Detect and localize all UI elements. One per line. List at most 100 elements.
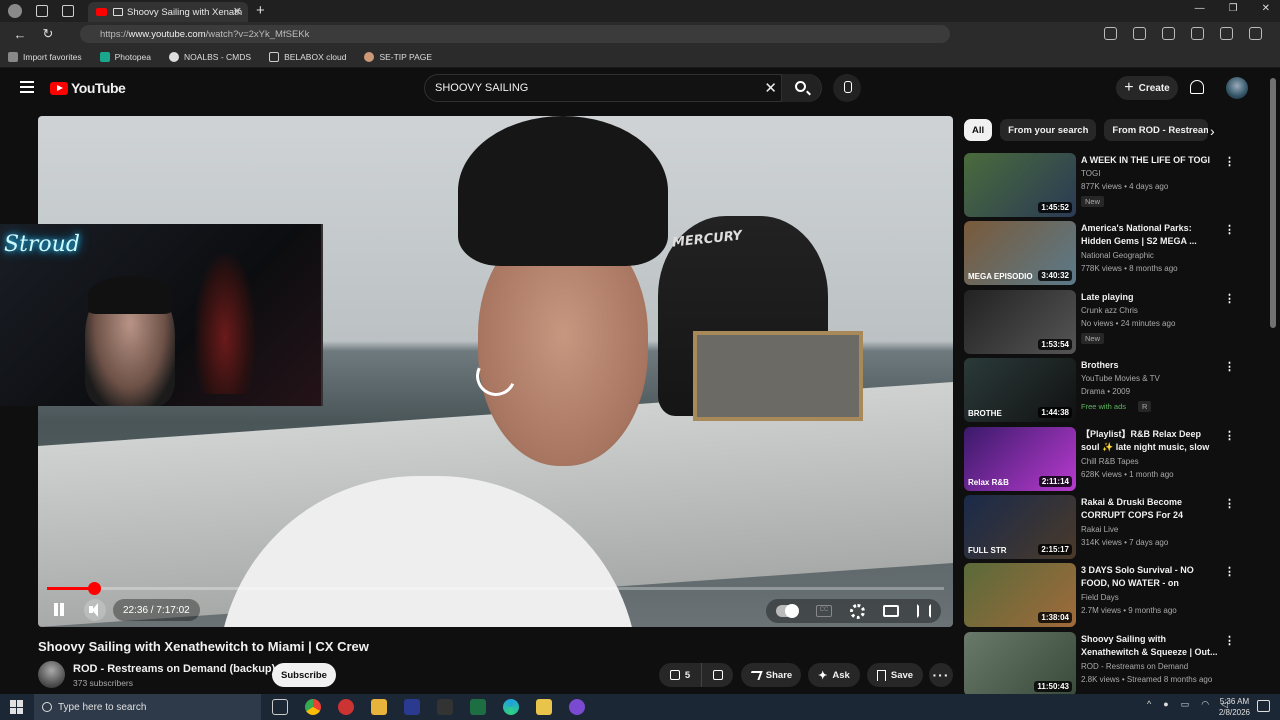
new-tab-button[interactable]: + xyxy=(256,2,265,19)
settings-gear-icon[interactable] xyxy=(850,603,865,619)
close-tab-icon[interactable]: ✕ xyxy=(233,5,242,18)
bookmark-item[interactable]: Photopea xyxy=(99,51,151,62)
refresh-icon[interactable]: ↻ xyxy=(40,26,56,42)
recommendation-item[interactable]: FULL STR 2:15:17 Rakai & Druski Become COR… xyxy=(964,495,1264,561)
close-window-icon[interactable]: ✕ xyxy=(1262,3,1270,14)
chip-from-channel[interactable]: From ROD - Restreams xyxy=(1104,119,1209,141)
recommendation-channel[interactable]: Chill R&B Tapes xyxy=(1081,457,1139,466)
recommendation-title[interactable]: 3 DAYS Solo Survival - NO FOOD, NO WATER… xyxy=(1081,564,1219,591)
recommendation-title[interactable]: 【Playlist】R&B Relax Deep soul ✨ late nig… xyxy=(1081,428,1219,455)
captions-icon[interactable]: CC xyxy=(816,605,832,617)
video-thumbnail[interactable]: 1:53:54 xyxy=(964,290,1076,354)
recommendation-title[interactable]: Late playing xyxy=(1081,291,1219,304)
settings-more-icon[interactable] xyxy=(1249,27,1262,40)
audio-playing-icon[interactable] xyxy=(113,8,123,16)
search-input[interactable]: SHOOVY SAILING ✕ xyxy=(424,74,822,102)
notifications-icon[interactable] xyxy=(1257,700,1270,712)
like-button[interactable]: 5 xyxy=(659,663,701,687)
app-icon[interactable] xyxy=(338,699,354,715)
clear-search-icon[interactable]: ✕ xyxy=(764,79,777,97)
autoplay-toggle[interactable] xyxy=(776,604,799,618)
network-icon[interactable]: ◠ xyxy=(1201,699,1209,710)
recommendation-item[interactable]: 1:38:04 3 DAYS Solo Survival - NO FOOD, N… xyxy=(964,563,1264,629)
video-thumbnail[interactable]: BROTHE 1:44:38 xyxy=(964,358,1076,422)
create-button[interactable]: + Create xyxy=(1116,76,1178,100)
tab-actions-icon[interactable] xyxy=(62,5,74,17)
workspaces-icon[interactable] xyxy=(36,5,48,17)
progress-bar[interactable] xyxy=(47,582,944,595)
recommendation-title[interactable]: A WEEK IN THE LIFE OF TOGI xyxy=(1081,154,1219,167)
more-vertical-icon[interactable]: ⋮ xyxy=(1224,155,1235,168)
maximize-icon[interactable]: ❐ xyxy=(1229,3,1238,14)
task-view-icon[interactable] xyxy=(272,699,288,715)
bookmark-item[interactable]: SE-TIP PAGE xyxy=(364,51,432,62)
chevron-right-icon[interactable]: › xyxy=(1210,123,1215,139)
subscribe-button[interactable]: Subscribe xyxy=(272,663,336,687)
search-button[interactable] xyxy=(781,74,821,102)
volume-icon[interactable] xyxy=(84,599,106,621)
more-vertical-icon[interactable]: ⋮ xyxy=(1224,634,1235,647)
more-vertical-icon[interactable]: ⋮ xyxy=(1224,429,1235,442)
save-button[interactable]: Save xyxy=(867,663,923,687)
video-thumbnail[interactable]: MEGA EPISODIO 3:40:32 xyxy=(964,221,1076,285)
windows-start-icon[interactable] xyxy=(10,700,24,714)
scrubber-handle[interactable] xyxy=(87,582,101,595)
channel-name[interactable]: ROD - Restreams on Demand (backup) xyxy=(73,663,275,675)
recommendation-title[interactable]: Brothers xyxy=(1081,359,1219,372)
recommendation-item[interactable]: MEGA EPISODIO 3:40:32 America's National P… xyxy=(964,221,1264,287)
app-icon[interactable] xyxy=(470,699,486,715)
share-button[interactable]: Share xyxy=(741,663,801,687)
chip-all[interactable]: All xyxy=(964,119,993,141)
epic-games-icon[interactable] xyxy=(437,699,453,715)
dislike-button[interactable] xyxy=(701,663,733,687)
battery-icon[interactable]: ▭ xyxy=(1181,699,1190,710)
app-icon[interactable] xyxy=(404,699,420,715)
store-icon[interactable] xyxy=(371,699,387,715)
chrome-icon[interactable] xyxy=(305,699,321,715)
extension-icon[interactable] xyxy=(1104,27,1117,40)
recommendation-item[interactable]: 11:50:43 Shoovy Sailing with Xenathewitch… xyxy=(964,632,1264,698)
recommendation-title[interactable]: Shoovy Sailing with Xenathewitch & Squee… xyxy=(1081,633,1219,659)
more-vertical-icon[interactable]: ⋮ xyxy=(1224,292,1235,305)
recommendation-title[interactable]: America's National Parks: Hidden Gems | … xyxy=(1081,222,1219,248)
video-thumbnail[interactable]: 11:50:43 xyxy=(964,632,1076,696)
menu-icon[interactable] xyxy=(20,81,34,93)
video-thumbnail[interactable]: 1:38:04 xyxy=(964,563,1076,627)
account-avatar[interactable] xyxy=(1226,77,1248,99)
recommendation-channel[interactable]: YouTube Movies & TV xyxy=(1081,374,1160,383)
taskbar-search-input[interactable]: Type here to search xyxy=(34,694,261,720)
fullscreen-icon[interactable] xyxy=(917,604,931,618)
bookmark-item[interactable]: NOALBS - CMDS xyxy=(168,51,251,62)
recommendation-channel[interactable]: ROD - Restreams on Demand xyxy=(1081,662,1188,671)
scrollbar-thumb[interactable] xyxy=(1270,78,1276,328)
recommendation-item[interactable]: 1:45:52 A WEEK IN THE LIFE OF TOGI TOGI 877… xyxy=(964,153,1264,219)
video-thumbnail[interactable]: 1:45:52 xyxy=(964,153,1076,217)
youtube-logo[interactable]: YouTube xyxy=(50,80,126,96)
video-thumbnail[interactable]: FULL STR 2:15:17 xyxy=(964,495,1076,559)
url-field[interactable]: https://www.youtube.com/watch?v=2xYk_MfS… xyxy=(80,25,950,43)
more-vertical-icon[interactable]: ⋮ xyxy=(1224,565,1235,578)
edge-icon[interactable] xyxy=(503,699,519,715)
recommendation-item[interactable]: BROTHE 1:44:38 Brothers YouTube Movies & TV… xyxy=(964,358,1264,424)
recommendation-channel[interactable]: TOGI xyxy=(1081,169,1100,178)
notifications-bell-icon[interactable] xyxy=(1190,80,1204,94)
favorites-icon[interactable] xyxy=(1191,27,1204,40)
more-vertical-icon[interactable]: ⋮ xyxy=(1224,223,1235,236)
recommendation-channel[interactable]: Crunk azz Chris xyxy=(1081,306,1138,315)
voice-search-button[interactable] xyxy=(833,74,861,102)
recommendation-channel[interactable]: Rakai Live xyxy=(1081,525,1118,534)
chevron-up-icon[interactable]: ^ xyxy=(1147,699,1151,710)
more-vertical-icon[interactable]: ⋮ xyxy=(1224,360,1235,373)
recommendation-item[interactable]: 1:53:54 Late playing Crunk azz Chris No vie… xyxy=(964,290,1264,356)
scrollbar[interactable] xyxy=(1268,70,1278,692)
taskbar-clock[interactable]: 5:36 AM 2/8/2026 xyxy=(1219,696,1250,718)
video-thumbnail[interactable]: Relax R&B 2:11:14 xyxy=(964,427,1076,491)
more-vertical-icon[interactable]: ⋮ xyxy=(1224,497,1235,510)
split-screen-icon[interactable] xyxy=(1162,27,1175,40)
pause-icon[interactable] xyxy=(52,603,66,617)
profile-icon[interactable] xyxy=(8,4,22,18)
ask-button[interactable]: ✦ Ask xyxy=(808,663,860,687)
recommendation-title[interactable]: Rakai & Druski Become CORRUPT COPS For 2… xyxy=(1081,496,1219,523)
collections-icon[interactable] xyxy=(1220,27,1233,40)
bookmark-item[interactable]: Import favorites xyxy=(8,51,82,62)
